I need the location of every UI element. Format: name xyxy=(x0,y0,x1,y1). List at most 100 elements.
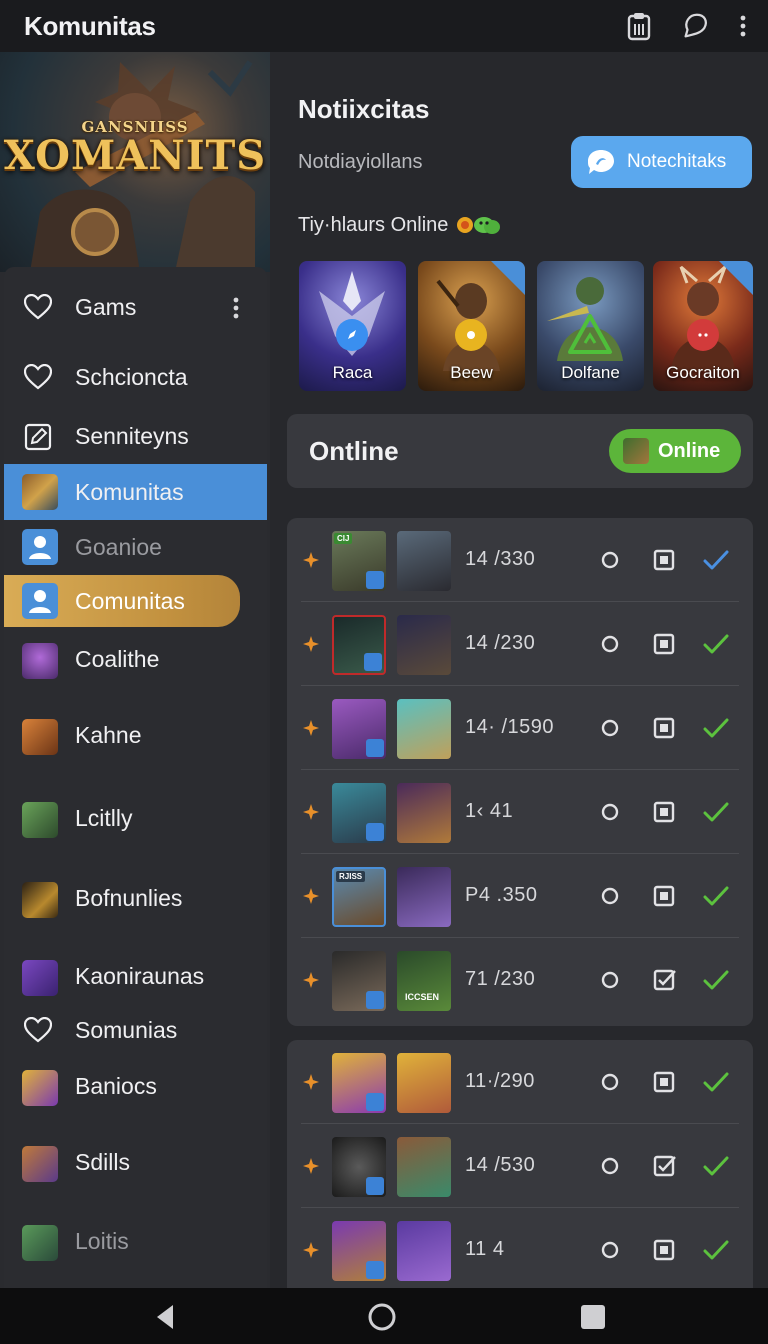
game-card-gocraiton[interactable]: Gocraiton xyxy=(653,261,753,391)
sidebar-item-label: Kahne xyxy=(75,721,142,748)
check-icon[interactable] xyxy=(703,1239,729,1261)
sidebar-item-kaoniraunas[interactable]: Kaoniraunas xyxy=(4,954,267,998)
recents-icon[interactable] xyxy=(578,1302,608,1332)
sidebar-item-coalithe[interactable]: Coalithe xyxy=(4,637,267,681)
sidebar-item-kahne[interactable]: Kahne xyxy=(4,713,267,757)
game-card-raca[interactable]: Raca xyxy=(299,261,406,391)
game-name: Beew xyxy=(450,363,493,382)
game-avatar xyxy=(22,1070,58,1106)
player-avatar xyxy=(397,531,451,591)
square-select-icon[interactable] xyxy=(653,633,675,655)
star-icon xyxy=(303,888,319,904)
check-icon[interactable] xyxy=(703,549,729,571)
circle-icon[interactable] xyxy=(601,1073,619,1091)
player-avatar xyxy=(397,699,451,759)
home-icon[interactable] xyxy=(367,1302,397,1332)
sidebar-item-goanioe[interactable]: Goanioe xyxy=(4,525,267,569)
check-icon[interactable] xyxy=(703,717,729,739)
online-pill-label: Online xyxy=(658,439,721,462)
game-banner[interactable]: GANSNIISS XOMANITS xyxy=(0,52,270,272)
game-name: Gocraiton xyxy=(666,363,740,382)
check-icon[interactable] xyxy=(703,885,729,907)
player-row[interactable]: 1‹ 41 xyxy=(287,770,753,854)
circle-icon[interactable] xyxy=(601,635,619,653)
player-row[interactable]: 11·/290 xyxy=(287,1040,753,1124)
heart-icon xyxy=(24,1017,52,1043)
sidebar-item-gams[interactable]: Gams xyxy=(4,285,267,329)
player-row[interactable]: CIJ 14 /330 xyxy=(287,518,753,602)
status-dot xyxy=(567,311,613,357)
check-icon[interactable] xyxy=(703,633,729,655)
player-count: 14 /230 xyxy=(465,632,536,654)
check-icon[interactable] xyxy=(703,969,729,991)
player-avatar xyxy=(332,1053,386,1113)
circle-icon[interactable] xyxy=(601,887,619,905)
chat-bubble-icon[interactable] xyxy=(680,9,710,43)
game-avatar xyxy=(22,643,58,679)
more-vert-icon[interactable] xyxy=(736,9,750,43)
check-icon[interactable] xyxy=(703,1071,729,1093)
square-select-icon[interactable] xyxy=(653,1071,675,1093)
online-status-pill[interactable]: Online xyxy=(609,429,741,473)
player-avatar: CIJ xyxy=(332,531,386,591)
game-avatar xyxy=(22,474,58,510)
role-badge xyxy=(366,739,384,757)
sidebar-item-komunitas[interactable]: Komunitas xyxy=(4,464,267,520)
corner-badge xyxy=(491,261,525,295)
back-icon[interactable] xyxy=(150,1302,180,1332)
system-nav-bar xyxy=(0,1288,768,1344)
main-content: Notiixcitas Notdiayiollans Notechitaks T… xyxy=(270,52,768,1288)
sidebar-item-sdills[interactable]: Sdills xyxy=(4,1140,267,1184)
star-icon xyxy=(303,972,319,988)
checkbox-icon[interactable] xyxy=(653,969,677,991)
user-icon xyxy=(22,529,58,565)
player-row[interactable]: 14 /530 xyxy=(287,1124,753,1208)
sidebar-item-schcioncta[interactable]: Schcioncta xyxy=(4,355,267,399)
square-select-icon[interactable] xyxy=(653,885,675,907)
sidebar-item-senniteyns[interactable]: Senniteyns xyxy=(4,414,267,458)
player-row[interactable]: ICCSEN 71 /230 xyxy=(287,938,753,1022)
square-select-icon[interactable] xyxy=(653,801,675,823)
sidebar-item-comunitas[interactable]: Comunitas xyxy=(4,575,240,627)
check-icon[interactable] xyxy=(703,1155,729,1177)
circle-icon[interactable] xyxy=(601,1157,619,1175)
player-row[interactable]: 11 4 xyxy=(287,1208,753,1288)
game-card-beew[interactable]: Beew xyxy=(418,261,525,391)
sidebar-item-bofnunlies[interactable]: Bofnunlies xyxy=(4,876,267,920)
player-list-panel: 11·/290 14 /530 11 4 xyxy=(287,1040,753,1288)
chat-bubble-icon xyxy=(588,150,614,174)
banner-logo: XOMANITS xyxy=(3,132,267,179)
sidebar-item-baniocs[interactable]: Baniocs xyxy=(4,1064,267,1108)
circle-icon[interactable] xyxy=(601,1241,619,1259)
sidebar: GANSNIISS XOMANITS Gams Schcioncta Senni… xyxy=(0,52,270,1288)
star-icon xyxy=(303,1074,319,1090)
sidebar-item-somunias[interactable]: Somunias xyxy=(4,1008,267,1052)
clipboard-icon[interactable] xyxy=(624,9,654,43)
notifications-button-label: Notechitaks xyxy=(627,151,727,172)
game-card-dolfane[interactable]: Dolfane xyxy=(537,261,644,391)
player-row[interactable]: 14 /230 xyxy=(287,602,753,686)
square-select-icon[interactable] xyxy=(653,1239,675,1261)
square-select-icon[interactable] xyxy=(653,549,675,571)
player-row[interactable]: 14· /1590 xyxy=(287,686,753,770)
player-count: P4 .350 xyxy=(465,884,538,906)
checkbox-icon[interactable] xyxy=(653,1155,677,1177)
user-avatar xyxy=(623,438,649,464)
more-vert-icon[interactable] xyxy=(233,297,239,319)
game-avatar xyxy=(22,960,58,996)
circle-icon[interactable] xyxy=(601,719,619,737)
notifications-button[interactable]: Notechitaks xyxy=(571,136,752,188)
circle-icon[interactable] xyxy=(601,551,619,569)
player-row[interactable]: RJISS P4 .350 xyxy=(287,854,753,938)
square-select-icon[interactable] xyxy=(653,717,675,739)
player-tag: RJISS xyxy=(336,871,366,882)
player-count: 14· /1590 xyxy=(465,716,555,738)
circle-icon[interactable] xyxy=(601,803,619,821)
sidebar-item-loitis[interactable]: Loitis xyxy=(4,1219,267,1263)
sidebar-item-lcitlly[interactable]: Lcitlly xyxy=(4,796,267,840)
check-icon[interactable] xyxy=(703,801,729,823)
sidebar-item-label: Baniocs xyxy=(75,1072,157,1099)
circle-icon[interactable] xyxy=(601,971,619,989)
player-avatar: RJISS xyxy=(332,867,386,927)
game-avatar xyxy=(22,1225,58,1261)
